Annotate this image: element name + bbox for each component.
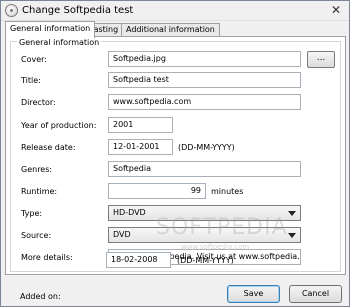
runtime-label: Runtime: [21,187,58,196]
cover-field[interactable]: Softpedia.jpg [108,51,301,67]
added-on-field[interactable]: 18-02-2008 [106,252,171,268]
added-on-format: (DD-MM-YYYY) [177,256,234,265]
browse-cover-button[interactable]: ... [307,51,335,68]
app-icon [5,4,18,17]
chevron-down-icon[interactable] [288,233,296,238]
year-field[interactable]: 2001 [108,117,173,133]
year-label: Year of production: [21,121,97,130]
runtime-field[interactable]: 99 [108,183,206,199]
source-select[interactable]: DVD [108,227,301,243]
close-icon[interactable]: ✕ [327,3,345,19]
save-button[interactable]: Save [227,285,280,303]
director-field[interactable]: www.softpedia.com [108,94,301,110]
group-legend: General information [17,38,102,47]
source-label: Source: [21,231,52,240]
type-selected-value: HD-DVD [113,208,146,217]
director-label: Director: [21,98,56,107]
window-title: Change Softpedia test [22,5,134,16]
title-bar: Change Softpedia test ✕ [1,1,349,21]
more-details-label: More details: [21,253,73,262]
tab-additional-information[interactable]: Additional information [121,23,220,37]
runtime-unit: minutes [211,187,244,196]
release-date-format: (DD-MM-YYYY) [178,143,235,152]
chevron-down-icon[interactable] [288,211,296,216]
type-select[interactable]: HD-DVD [108,205,301,221]
source-selected-value: DVD [113,230,131,239]
release-date-label: Release date: [21,143,76,152]
cancel-button[interactable]: Cancel [289,285,342,303]
genres-field[interactable]: Softpedia [108,161,301,177]
added-on-label: Added on: [20,292,61,301]
tab-panel-general: General information Cover: Softpedia.jpg… [5,36,346,301]
cover-label: Cover: [21,55,47,64]
release-date-field[interactable]: 12-01-2001 [108,139,173,155]
general-information-group: General information Cover: Softpedia.jpg… [10,38,341,272]
genres-label: Genres: [21,165,53,174]
title-field[interactable]: Softpedia test [108,72,301,88]
dialog-window: Change Softpedia test ✕ General informat… [0,0,350,307]
title-label: Title: [21,76,41,85]
type-label: Type: [21,209,43,218]
tab-general-information[interactable]: General information [5,21,96,38]
